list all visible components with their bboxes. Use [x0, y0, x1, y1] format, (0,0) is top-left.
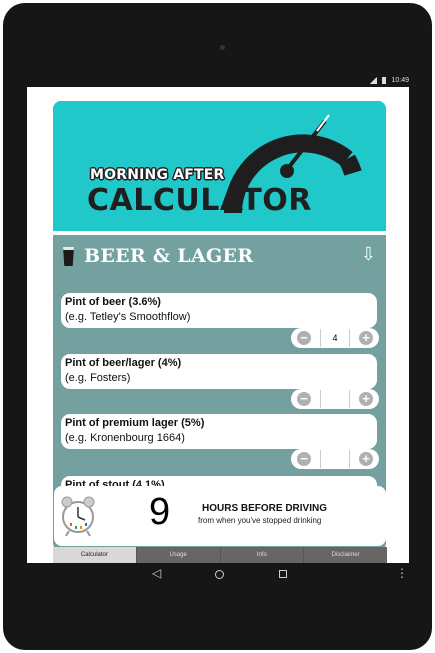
drink-item: Pint of beer (3.6%) (e.g. Tetley's Smoot… [61, 293, 377, 328]
drink-name: Pint of beer/lager (4%) [65, 357, 182, 369]
drink-example: (e.g. Kronenbourg 1664) [65, 432, 185, 444]
quantity-field[interactable] [320, 450, 350, 468]
drink-item: Pint of premium lager (5%) (e.g. Kronenb… [61, 414, 377, 449]
logo-subtitle: MORNING AFTER [90, 167, 225, 183]
hours-sublabel: from when you've stopped drinking [198, 516, 322, 525]
hours-label: HOURS BEFORE DRIVING [202, 503, 328, 514]
minus-icon[interactable]: − [297, 331, 311, 345]
signal-icon [370, 76, 378, 84]
drink-example: (e.g. Tetley's Smoothflow) [65, 311, 191, 323]
calculator-card: MORNING AFTER CALCULATOR BEER & LAGER ⇩ … [53, 101, 386, 551]
hours-value: 9 [149, 491, 171, 533]
bottom-tabs: Calculator Usage Info Disclaimer [53, 547, 387, 563]
recent-apps-icon[interactable] [279, 570, 287, 578]
quantity-stepper: − 4 + [291, 328, 379, 348]
app-header: MORNING AFTER CALCULATOR [53, 101, 386, 231]
tab-calculator[interactable]: Calculator [53, 547, 136, 563]
minus-icon[interactable]: − [297, 392, 311, 406]
pint-glass-icon [63, 247, 74, 266]
section-title: BEER & LAGER [84, 245, 254, 267]
overflow-menu-icon[interactable]: ⋮ [396, 566, 408, 580]
tab-disclaimer[interactable]: Disclaimer [303, 547, 387, 563]
back-icon[interactable]: ◁ [152, 566, 161, 580]
home-icon[interactable] [215, 570, 224, 579]
quantity-field[interactable]: 4 [320, 329, 350, 347]
collapse-arrow-icon[interactable]: ⇩ [361, 244, 376, 265]
minus-icon[interactable]: − [297, 452, 311, 466]
front-camera [220, 45, 225, 50]
section-header-beer[interactable]: BEER & LAGER ⇩ [53, 235, 386, 279]
status-bar: 10:49 [27, 73, 409, 87]
plus-icon[interactable]: + [359, 392, 373, 406]
result-panel: 9 HOURS BEFORE DRIVING from when you've … [54, 486, 386, 546]
tab-info[interactable]: Info [219, 547, 304, 563]
logo-title: CALCULATOR [87, 183, 312, 218]
drink-example: (e.g. Fosters) [65, 372, 131, 384]
app-screen: MORNING AFTER CALCULATOR BEER & LAGER ⇩ … [27, 87, 409, 563]
drink-name: Pint of premium lager (5%) [65, 417, 205, 429]
quantity-stepper: − + [291, 449, 379, 469]
quantity-field[interactable] [320, 390, 350, 408]
status-time: 10:49 [391, 76, 409, 84]
tab-usage[interactable]: Usage [135, 547, 220, 563]
drink-name: Pint of beer (3.6%) [65, 296, 161, 308]
drink-item: Pint of beer/lager (4%) (e.g. Fosters) [61, 354, 377, 389]
alarm-clock-icon [61, 496, 95, 537]
battery-icon [382, 76, 387, 84]
plus-icon[interactable]: + [359, 452, 373, 466]
system-nav-bar: ◁ ⋮ [27, 563, 409, 587]
quantity-stepper: − + [291, 389, 379, 409]
plus-icon[interactable]: + [359, 331, 373, 345]
